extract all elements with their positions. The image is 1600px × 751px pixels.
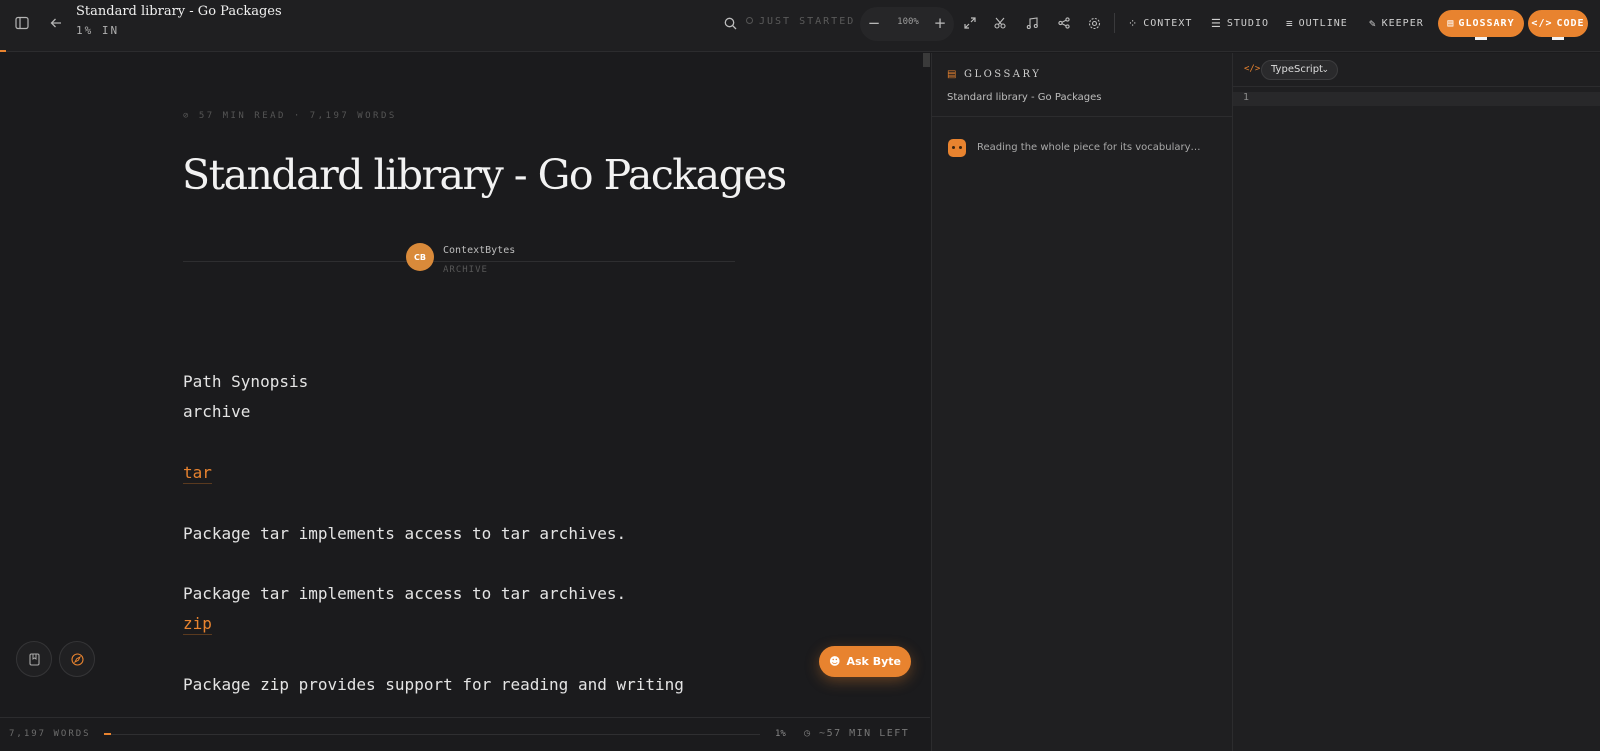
scissors-icon[interactable] [991,14,1009,32]
keeper-label: KEEPER [1381,17,1424,29]
glossary-loading-message: Reading the whole piece for its vocabula… [977,142,1201,153]
active-line-highlight[interactable] [1233,92,1600,106]
progress-percent: 1% [775,729,786,739]
progress-track[interactable] [104,734,760,735]
glossary-panel: ▤ GLOSSARY Standard library - Go Packages… [931,53,1233,751]
zoom-in-button[interactable]: + [931,14,949,32]
language-select[interactable]: TypeScript ⌄ [1261,60,1338,80]
code-icon: </> [1531,18,1553,29]
paragraph: Package zip provides support for reading… [183,675,684,694]
status-dot-icon [746,17,753,24]
chevron-down-icon: ⌄ [1321,65,1329,75]
time-left: ◷ ~57 MIN LEFT [804,728,909,739]
clock-icon: ◷ [804,728,820,739]
reading-status-bar: 7,197 WORDS 1% ◷ ~57 MIN LEFT [0,717,930,751]
code-panel: </> TypeScript ⌄ 1 [1232,53,1600,751]
byte-bot-icon [948,139,966,157]
ask-byte-button[interactable]: ☻ Ask Byte [819,646,911,677]
author-name[interactable]: ContextBytes [443,245,524,256]
search-icon[interactable] [721,14,739,32]
ask-byte-label: Ask Byte [846,655,901,668]
compass-button[interactable] [59,641,95,677]
reader-scrollbar[interactable] [923,53,930,67]
word-count: 7,197 WORDS [9,729,91,739]
reading-status: JUST STARTED [746,16,855,27]
sliders-icon: ☰ [1211,16,1222,30]
glossary-label: GLOSSARY [1458,18,1515,29]
author-divider [183,261,735,262]
code-button[interactable]: </> CODE [1528,10,1588,40]
music-icon[interactable] [1023,14,1041,32]
article-meta: ⊘ 57 MIN READ · 7,197 WORDS [183,111,397,121]
paragraph: Package tar implements access to tar arc… [183,584,627,603]
edit-icon: ✎ [1369,16,1377,30]
fullscreen-icon[interactable] [961,14,979,32]
package-link-zip[interactable]: zip [183,614,212,635]
language-select-value: TypeScript [1271,64,1323,75]
bookmark-icon [28,652,40,666]
back-arrow-icon[interactable] [47,14,65,32]
time-left-label: ~57 MIN LEFT [819,728,910,739]
toolbar-divider [1114,13,1115,33]
outline-button[interactable]: ≡ OUTLINE [1286,15,1348,31]
link-icon: ⊘ [183,111,199,121]
sidebar-toggle-icon[interactable] [13,14,31,32]
status-label: JUST STARTED [759,16,856,27]
top-progress-indicator [0,50,6,52]
article-title: Standard library - Go Packages [182,151,787,199]
author-category: ARCHIVE [443,265,496,275]
studio-button[interactable]: ☰ STUDIO [1211,15,1269,31]
context-label: CONTEXT [1143,17,1193,29]
list-icon: ≡ [1286,16,1294,30]
paragraph: Package tar implements access to tar arc… [183,524,627,543]
document-title: Standard library - Go Packages [76,4,282,19]
zoom-out-button[interactable]: − [865,14,883,32]
code-label: CODE [1556,18,1585,29]
glossary-divider [932,116,1233,117]
glossary-heading-label: GLOSSARY [963,69,1042,80]
glossary-button[interactable]: ▤ GLOSSARY [1438,10,1524,40]
code-panel-header: </> TypeScript ⌄ [1233,53,1600,87]
byte-bot-icon: ☻ [829,655,841,668]
top-bar: Standard library - Go Packages 1% IN JUS… [0,0,1600,52]
book-icon: ▤ [947,69,959,80]
line-number: 1 [1243,92,1250,103]
keeper-button[interactable]: ✎ KEEPER [1369,15,1424,31]
code-icon: </> [1244,64,1261,74]
outline-label: OUTLINE [1298,17,1348,29]
sparkle-icon: ⁘ [1128,16,1139,30]
article-meta-label: 57 MIN READ · 7,197 WORDS [198,111,397,121]
reading-progress-label: 1% IN [76,24,120,37]
glossary-heading: ▤ GLOSSARY [947,69,1041,80]
paragraph: archive [183,402,251,421]
zoom-level: 100% [897,17,919,27]
share-icon[interactable] [1055,14,1073,32]
context-button[interactable]: ⁘ CONTEXT [1128,15,1192,31]
compass-icon [70,652,84,666]
zoom-control: − 100% + [860,7,954,41]
bookmark-button[interactable] [16,641,52,677]
gear-icon[interactable] [1085,14,1103,32]
glossary-subtitle: Standard library - Go Packages [947,92,1102,103]
studio-label: STUDIO [1226,17,1269,29]
package-link-tar[interactable]: tar [183,463,212,484]
book-icon: ▤ [1447,18,1455,29]
paragraph: Path Synopsis [183,372,309,391]
reader-pane: ⊘ 57 MIN READ · 7,197 WORDS Standard lib… [0,53,930,717]
progress-fill [104,733,111,735]
author-avatar[interactable]: CB [406,243,434,271]
